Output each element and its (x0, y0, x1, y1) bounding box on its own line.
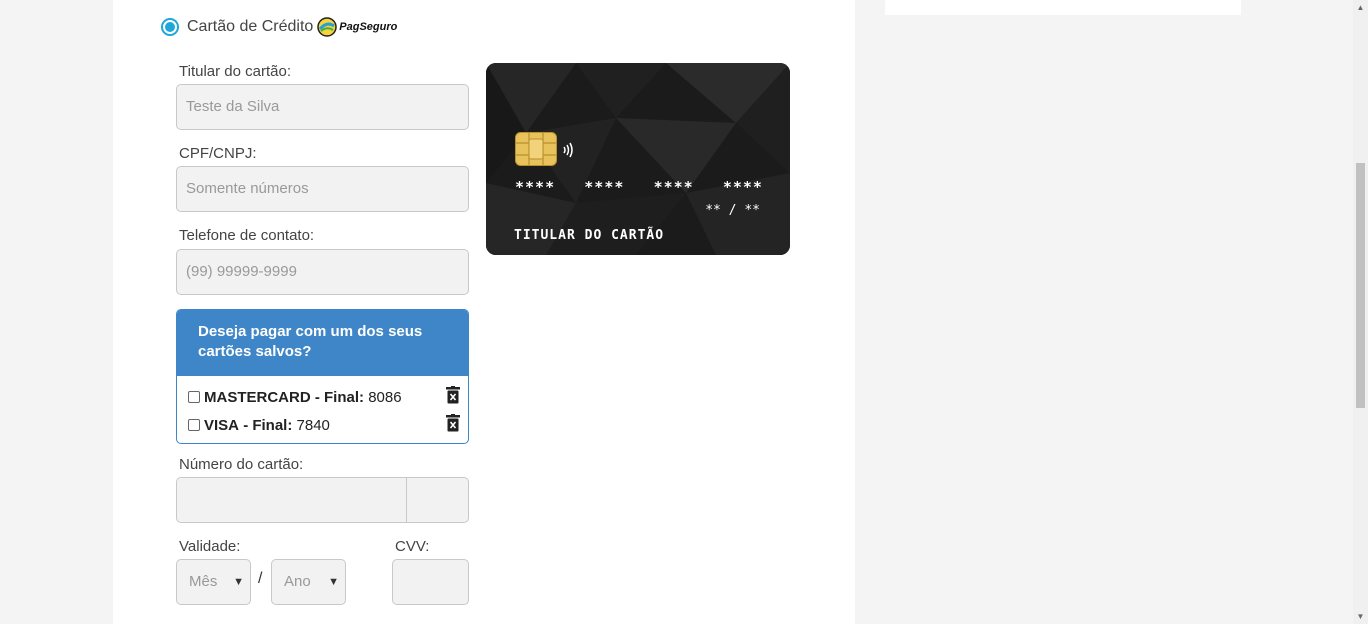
expiry-month-value: Mês (189, 573, 218, 590)
chip-icon (515, 132, 557, 166)
saved-card-final-label: - Final: (314, 388, 365, 406)
saved-card-brand: VISA (204, 416, 240, 434)
card-expiry-preview: ** / ** (705, 203, 760, 218)
contactless-icon (563, 142, 573, 158)
card-preview: **** **** **** **** ** / ** TITULAR DO C… (486, 63, 790, 255)
saved-card-last4: 8086 (368, 388, 402, 406)
trash-icon[interactable] (446, 414, 460, 436)
payment-option-credit-card[interactable]: Cartão de Crédito PagSeguro (161, 17, 397, 37)
saved-card-row[interactable]: VISA - Final: 7840 (188, 414, 460, 436)
card-number-label: Número do cartão: (179, 456, 304, 473)
card-number-group: **** (653, 178, 694, 196)
scroll-up-icon[interactable]: ▲ (1353, 0, 1368, 15)
saved-card-row[interactable]: MASTERCARD - Final: 8086 (188, 386, 460, 408)
chevron-down-icon: ▼ (328, 576, 339, 588)
order-summary-panel (885, 0, 1241, 15)
expiry-year-select[interactable]: Ano ▼ (271, 559, 346, 605)
scrollbar-thumb[interactable] (1356, 163, 1365, 408)
expiry-label: Validade: (179, 538, 241, 555)
expiry-year-value: Ano (284, 573, 311, 590)
radio-selected-icon[interactable] (161, 18, 179, 36)
payment-option-label: Cartão de Crédito (187, 18, 314, 35)
saved-card-checkbox[interactable] (188, 419, 200, 431)
saved-card-last4: 7840 (296, 416, 330, 434)
card-number-preview: **** **** **** **** (515, 178, 763, 196)
card-brand-slot (406, 477, 469, 523)
saved-cards-box: Deseja pagar com um dos seus cartões sal… (176, 309, 469, 444)
trash-icon[interactable] (446, 386, 460, 408)
card-number-group: **** (584, 178, 625, 196)
phone-input[interactable]: (99) 99999-9999 (176, 249, 469, 295)
document-input[interactable]: Somente números (176, 166, 469, 212)
pagseguro-logo-text: PagSeguro (339, 21, 398, 33)
saved-card-brand: MASTERCARD (204, 388, 311, 406)
expiry-separator: / (258, 570, 263, 587)
saved-card-checkbox[interactable] (188, 391, 200, 403)
saved-card-final-label: - Final: (243, 416, 293, 434)
cvv-input[interactable] (392, 559, 469, 605)
card-holder-preview: TITULAR DO CARTÃO (514, 228, 665, 243)
card-number-group: **** (722, 178, 763, 196)
document-label: CPF/CNPJ: (179, 145, 257, 162)
saved-cards-title: Deseja pagar com um dos seus cartões sal… (177, 310, 468, 376)
cvv-label: CVV: (395, 538, 430, 555)
scroll-down-icon[interactable]: ▼ (1353, 609, 1368, 624)
holder-label: Titular do cartão: (179, 63, 291, 80)
pagseguro-logo: PagSeguro (317, 17, 397, 37)
chevron-down-icon: ▼ (233, 576, 244, 588)
holder-input[interactable]: Teste da Silva (176, 84, 469, 130)
card-number-input[interactable] (176, 477, 407, 523)
phone-label: Telefone de contato: (179, 227, 315, 244)
scrollbar[interactable]: ▲ ▼ (1353, 0, 1368, 624)
card-number-group: **** (515, 178, 556, 196)
pagseguro-logo-icon (317, 17, 338, 37)
expiry-month-select[interactable]: Mês ▼ (176, 559, 251, 605)
